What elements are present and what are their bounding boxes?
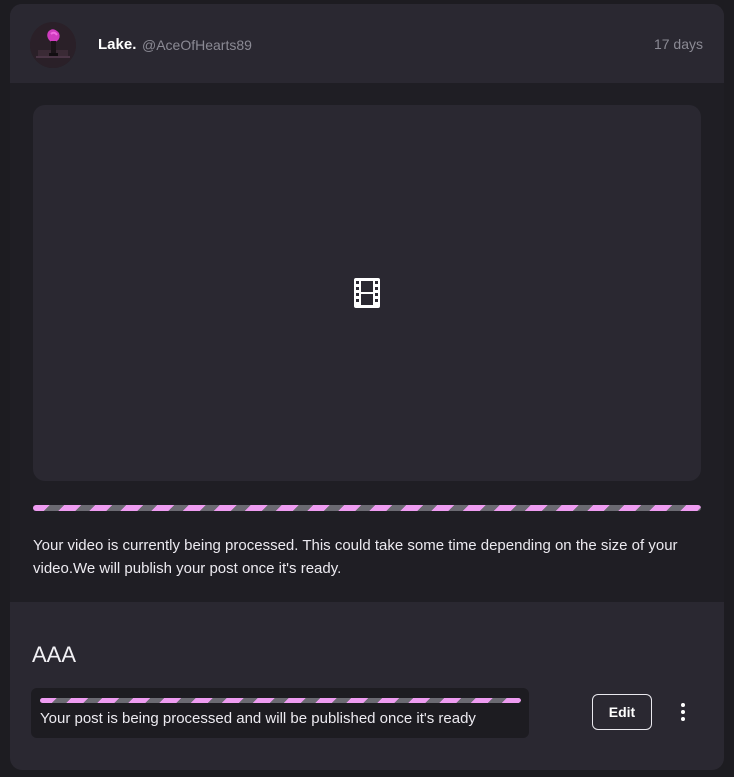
- post-status-message: Your post is being processed and will be…: [40, 710, 476, 727]
- author-display-name[interactable]: Lake.: [98, 36, 136, 53]
- more-dot: [681, 710, 685, 714]
- avatar[interactable]: [30, 22, 76, 68]
- author-handle[interactable]: @AceOfHearts89: [142, 37, 252, 53]
- edit-button[interactable]: Edit: [592, 694, 652, 730]
- more-dot: [681, 703, 685, 707]
- more-dot: [681, 717, 685, 721]
- avatar-image-icon: [30, 22, 76, 68]
- more-vertical-icon[interactable]: [674, 698, 692, 726]
- film-icon: [354, 278, 380, 308]
- video-processing-progress-bar: [33, 505, 701, 511]
- post-timestamp: 17 days: [653, 36, 703, 52]
- post-status-box: Your post is being processed and will be…: [31, 688, 529, 738]
- post-header: Lake. @AceOfHearts89 17 days: [10, 4, 724, 83]
- post-card: Lake. @AceOfHearts89 17 days Your video …: [10, 4, 724, 770]
- post-title: AAA: [32, 642, 77, 667]
- video-placeholder: [33, 105, 701, 481]
- video-processing-message: Your video is currently being processed.…: [33, 537, 678, 577]
- post-processing-progress-bar: [40, 698, 521, 703]
- media-section: Your video is currently being processed.…: [10, 83, 724, 602]
